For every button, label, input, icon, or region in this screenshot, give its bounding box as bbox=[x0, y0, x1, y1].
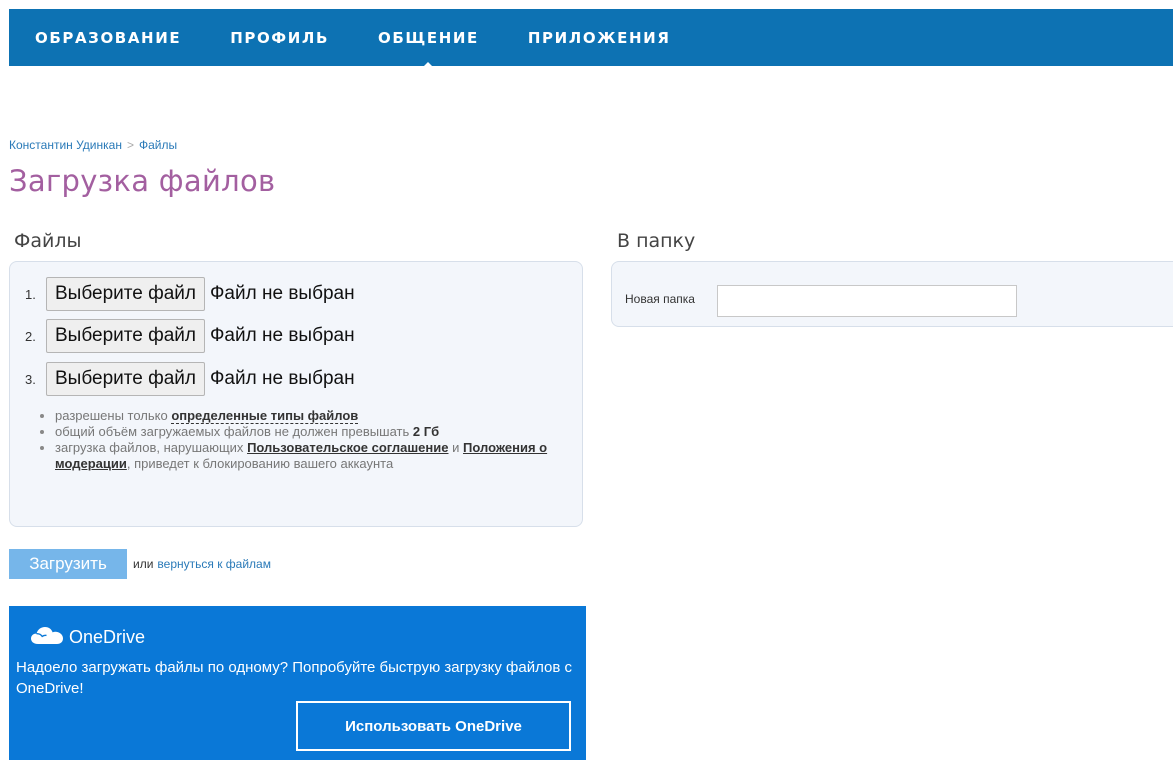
rule-text: разрешены только bbox=[55, 408, 168, 423]
upload-row: Загрузить или вернуться к файлам bbox=[9, 549, 271, 579]
upload-button[interactable]: Загрузить bbox=[9, 549, 127, 579]
file-status: Файл не выбран bbox=[209, 325, 355, 346]
page-title: Загрузка файлов bbox=[9, 164, 276, 198]
upload-or-text: или bbox=[133, 557, 154, 571]
file-row-number: 2. bbox=[25, 328, 36, 344]
onedrive-brand: OneDrive bbox=[30, 625, 145, 650]
file-row: 2. Выберите файл Файл не выбран bbox=[25, 319, 355, 353]
folder-panel: Новая папка bbox=[611, 261, 1173, 327]
top-nav: ОБРАЗОВАНИЕ ПРОФИЛЬ ОБЩЕНИЕ ПРИЛОЖЕНИЯ bbox=[9, 9, 1173, 70]
breadcrumb-separator: > bbox=[126, 138, 134, 152]
choose-file-button[interactable]: Выберите файл bbox=[46, 362, 205, 396]
nav-item-communication[interactable]: ОБЩЕНИЕ bbox=[378, 29, 479, 70]
onedrive-promo-text: Надоело загружать файлы по одному? Попро… bbox=[16, 659, 572, 697]
file-row-number: 3. bbox=[25, 371, 36, 387]
rule-text: , приведет к блокированию вашего аккаунт… bbox=[126, 456, 394, 471]
file-status: Файл не выбран bbox=[209, 283, 355, 304]
nav-item-education[interactable]: ОБРАЗОВАНИЕ bbox=[35, 29, 181, 47]
user-agreement-link[interactable]: Пользовательское соглашение bbox=[247, 440, 448, 455]
breadcrumb-files-link[interactable]: Файлы bbox=[139, 138, 177, 152]
choose-file-button[interactable]: Выберите файл bbox=[46, 277, 205, 311]
files-panel: 1. Выберите файл Файл не выбран 2. Выбер… bbox=[9, 261, 583, 527]
new-folder-input[interactable] bbox=[717, 285, 1017, 317]
onedrive-promo: OneDrive Надоело загружать файлы по одно… bbox=[9, 606, 586, 760]
nav-item-apps[interactable]: ПРИЛОЖЕНИЯ bbox=[528, 29, 671, 47]
folder-section-title: В папку bbox=[617, 230, 696, 252]
file-row: 1. Выберите файл Файл не выбран bbox=[25, 277, 355, 311]
back-to-files-link[interactable]: вернуться к файлам bbox=[157, 557, 271, 571]
size-limit-value: 2 Гб bbox=[412, 424, 440, 439]
file-status: Файл не выбран bbox=[209, 368, 355, 389]
rule-item: загрузка файлов, нарушающих Пользователь… bbox=[55, 440, 585, 472]
top-nav-items: ОБРАЗОВАНИЕ ПРОФИЛЬ ОБЩЕНИЕ ПРИЛОЖЕНИЯ bbox=[9, 9, 1173, 70]
files-section-title: Файлы bbox=[14, 230, 82, 252]
rule-text: и bbox=[452, 440, 460, 455]
rule-text: общий объём загружаемых файлов не должен… bbox=[55, 424, 410, 439]
rule-item: разрешены только определенные типы файло… bbox=[55, 408, 585, 424]
allowed-file-types-link[interactable]: определенные типы файлов bbox=[171, 408, 359, 424]
upload-rules-list: разрешены только определенные типы файло… bbox=[37, 408, 585, 472]
file-row: 3. Выберите файл Файл не выбран bbox=[25, 362, 355, 396]
rule-item: общий объём загружаемых файлов не должен… bbox=[55, 424, 585, 440]
use-onedrive-button[interactable]: Использовать OneDrive bbox=[296, 701, 571, 751]
nav-item-profile[interactable]: ПРОФИЛЬ bbox=[230, 29, 329, 47]
file-row-number: 1. bbox=[25, 286, 36, 302]
breadcrumb-user-link[interactable]: Константин Удинкан bbox=[9, 138, 122, 152]
onedrive-cloud-icon bbox=[30, 625, 64, 650]
new-folder-label: Новая папка bbox=[625, 292, 695, 306]
rule-text: загрузка файлов, нарушающих bbox=[55, 440, 244, 455]
onedrive-brand-name: OneDrive bbox=[69, 627, 146, 647]
breadcrumb: Константин Удинкан > Файлы bbox=[9, 138, 177, 152]
choose-file-button[interactable]: Выберите файл bbox=[46, 319, 205, 353]
